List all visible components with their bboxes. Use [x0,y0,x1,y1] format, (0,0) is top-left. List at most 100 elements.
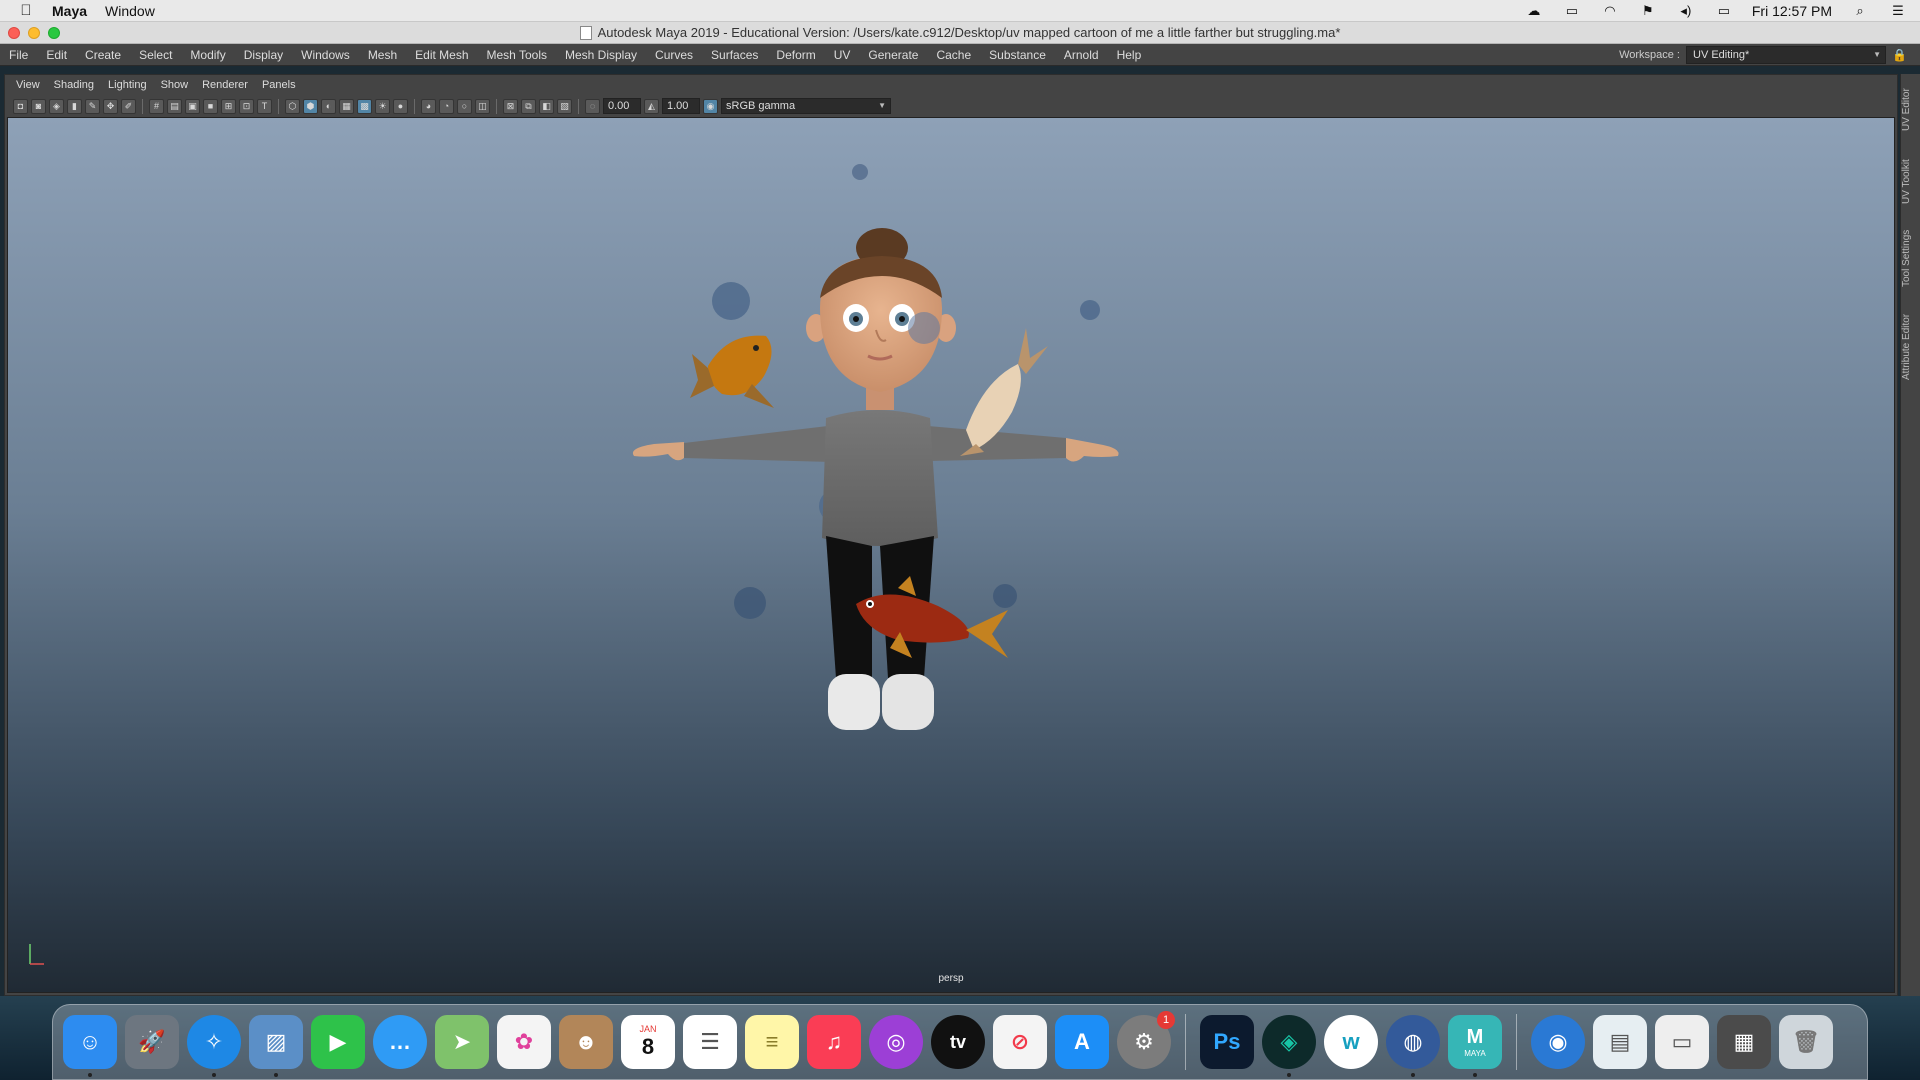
bubble[interactable] [993,584,1017,608]
spotlight-search-icon[interactable]: ⌕ [1850,3,1870,18]
xray-active-icon[interactable]: ◧ [539,98,554,114]
close-window-button[interactable] [8,27,20,39]
panel-menu-shading[interactable]: Shading [47,79,101,91]
wireframe-icon[interactable]: ⬡ [285,98,300,114]
smooth-shade-icon[interactable]: ⬢ [303,98,318,114]
menu-mesh[interactable]: Mesh [359,48,406,62]
launchpad-icon[interactable]: 🚀 [125,1015,179,1069]
panel-menu-panels[interactable]: Panels [255,79,303,91]
minimize-window-button[interactable] [28,27,40,39]
ambient-occlusion-icon[interactable]: ● [393,98,408,114]
podcasts-icon[interactable]: ◎ [869,1015,923,1069]
menu-uv[interactable]: UV [825,48,860,62]
bookmark-icon[interactable]: ▮ [67,98,82,114]
system-preferences-icon[interactable]: ⚙ 1 [1117,1011,1175,1069]
menu-curves[interactable]: Curves [646,48,702,62]
tab-attribute-editor[interactable]: Attribute Editor [1901,302,1920,392]
image-plane-icon[interactable]: ✐ [121,98,136,114]
lock-icon[interactable]: 🔒 [1892,48,1907,62]
globe-icon[interactable]: ◉ [1531,1015,1585,1069]
wifi-icon[interactable]: ◠ [1600,3,1620,18]
gitkraken-icon[interactable]: ◈ [1262,1015,1316,1077]
view-transform-dropdown[interactable]: sRGB gamma [721,98,891,114]
menu-generate[interactable]: Generate [859,48,927,62]
maya-icon[interactable]: M MAYA [1448,1015,1502,1077]
bubble[interactable] [712,282,750,320]
menu-mesh-display[interactable]: Mesh Display [556,48,646,62]
volume-icon[interactable]: ◂) [1676,3,1696,18]
panel-menu-view[interactable]: View [9,79,47,91]
airplay-icon[interactable]: ▭ [1562,3,1582,18]
panel-menu-show[interactable]: Show [154,79,196,91]
resolution-gate-icon[interactable]: ▣ [185,98,200,114]
field-chart-icon[interactable]: ⊞ [221,98,236,114]
color-management-icon[interactable]: ◉ [703,98,718,114]
tv-icon[interactable]: tv [931,1015,985,1069]
gate-mask-icon[interactable]: ■ [203,98,218,114]
flag-icon[interactable]: ⚑ [1638,3,1658,18]
trash-icon[interactable]: 🗑 [1779,1015,1833,1069]
shadows-icon[interactable]: ☀ [375,98,390,114]
panel-menu-lighting[interactable]: Lighting [101,79,154,91]
creative-cloud-icon[interactable]: ☁ [1524,3,1544,18]
contacts-icon[interactable]: ☻ [559,1015,613,1069]
webex-icon[interactable]: w [1324,1015,1378,1069]
depth-of-field-icon[interactable]: ○ [457,98,472,114]
bookmarks-icon[interactable]: ◈ [49,98,64,114]
menu-cache[interactable]: Cache [927,48,980,62]
tab-uv-editor[interactable]: UV Editor [1901,80,1920,140]
photos-icon[interactable]: ✿ [497,1015,551,1069]
camera-attributes-icon[interactable]: ◙ [31,98,46,114]
multisample-aa-icon[interactable]: ◔ [439,98,454,114]
menu-arnold[interactable]: Arnold [1055,48,1108,62]
safari-icon[interactable]: ✧ [187,1015,241,1077]
menu-windows[interactable]: Windows [292,48,359,62]
menu-substance[interactable]: Substance [980,48,1055,62]
apple-icon[interactable]:  [0,2,52,19]
notes-icon[interactable]: ≡ [745,1015,799,1069]
clock[interactable]: Fri 12:57 PM [1752,3,1832,19]
film-gate-icon[interactable]: ▤ [167,98,182,114]
network-icon[interactable]: ◍ [1386,1015,1440,1077]
battery-icon[interactable]: ▭ [1714,3,1734,18]
grid-icon[interactable]: # [149,98,164,114]
photoshop-icon[interactable]: Ps [1200,1015,1254,1069]
documents-folder-icon[interactable]: ▤ [1593,1015,1647,1069]
facetime-icon[interactable]: ▶ [311,1015,365,1069]
menu-surfaces[interactable]: Surfaces [702,48,767,62]
recent-files-stack-icon[interactable]: ▦ [1717,1015,1771,1069]
workspace-dropdown[interactable]: UV Editing* [1686,46,1886,64]
select-camera-icon[interactable]: ◘ [13,98,28,114]
panel-menu-renderer[interactable]: Renderer [195,79,255,91]
preview-icon[interactable]: ▨ [249,1015,303,1077]
menu-edit[interactable]: Edit [37,48,76,62]
bubble[interactable] [1080,300,1100,320]
menu-app-name[interactable]: Maya [52,3,87,19]
safe-action-icon[interactable]: ⊡ [239,98,254,114]
xray-joints-icon[interactable]: ⧉ [521,98,536,114]
bubble[interactable] [734,587,766,619]
menu-mesh-tools[interactable]: Mesh Tools [478,48,556,62]
maps-icon[interactable]: ➤ [435,1015,489,1069]
exposure-field[interactable]: 0.00 [603,98,641,114]
bubble[interactable] [852,164,868,180]
menu-help[interactable]: Help [1108,48,1151,62]
downloads-stack-icon[interactable]: ▭ [1655,1015,1709,1069]
menu-display[interactable]: Display [235,48,292,62]
motion-blur-icon[interactable]: ◕ [421,98,436,114]
finder-icon[interactable]: ☺ [63,1015,117,1077]
textured-icon[interactable]: ▦ [339,98,354,114]
menu-modify[interactable]: Modify [181,48,234,62]
tab-uv-toolkit[interactable]: UV Toolkit [1901,152,1920,212]
safe-title-icon[interactable]: T [257,98,272,114]
tab-tool-settings[interactable]: Tool Settings [1901,222,1920,294]
gamma-field[interactable]: 1.00 [662,98,700,114]
app-store-icon[interactable]: A [1055,1015,1109,1069]
menu-file[interactable]: File [0,48,37,62]
reminders-icon[interactable]: ☰ [683,1015,737,1069]
messages-icon[interactable]: … [373,1015,427,1069]
move-camera-icon[interactable]: ✥ [103,98,118,114]
notification-center-icon[interactable]: ☰ [1888,3,1908,18]
isolate-select-icon[interactable]: ◫ [475,98,490,114]
menu-window[interactable]: Window [105,3,155,19]
